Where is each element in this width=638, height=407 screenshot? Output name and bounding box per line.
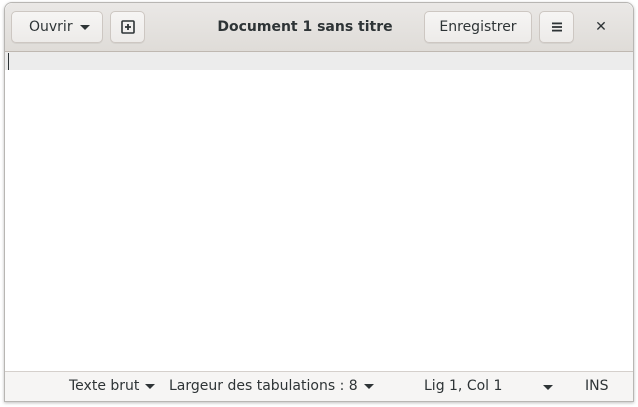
header-bar: Ouvrir Document 1 sans titre Enregistrer…: [5, 3, 633, 52]
new-tab-button[interactable]: [110, 11, 145, 43]
hamburger-menu-icon: [551, 22, 562, 32]
status-bar: Texte brut Largeur des tabulations : 8 L…: [5, 371, 633, 401]
tab-width-selector[interactable]: Largeur des tabulations : 8: [169, 378, 374, 394]
open-button[interactable]: Ouvrir: [11, 11, 103, 43]
text-editor-window: Ouvrir Document 1 sans titre Enregistrer…: [4, 2, 634, 402]
language-label: Texte brut: [69, 378, 140, 394]
open-button-label: Ouvrir: [29, 19, 73, 35]
menu-button[interactable]: [539, 11, 574, 43]
insert-mode-indicator: INS: [585, 378, 609, 394]
new-document-icon: [120, 20, 135, 34]
tab-width-label: Largeur des tabulations : 8: [169, 378, 358, 394]
current-line-highlight: [5, 52, 633, 70]
text-cursor: [8, 53, 9, 70]
cursor-position-label: Lig 1, Col 1: [424, 378, 503, 394]
close-icon[interactable]: ✕: [591, 17, 611, 37]
chevron-down-icon: [363, 383, 374, 389]
cursor-position-selector[interactable]: Lig 1, Col 1: [424, 378, 502, 394]
text-editor-area[interactable]: [5, 70, 633, 371]
language-selector[interactable]: Texte brut: [69, 378, 156, 394]
chevron-down-icon[interactable]: [543, 385, 553, 390]
chevron-down-icon: [145, 383, 156, 389]
window-title: Document 1 sans titre: [217, 19, 393, 35]
chevron-down-icon: [80, 25, 90, 30]
save-button[interactable]: Enregistrer: [424, 11, 532, 43]
